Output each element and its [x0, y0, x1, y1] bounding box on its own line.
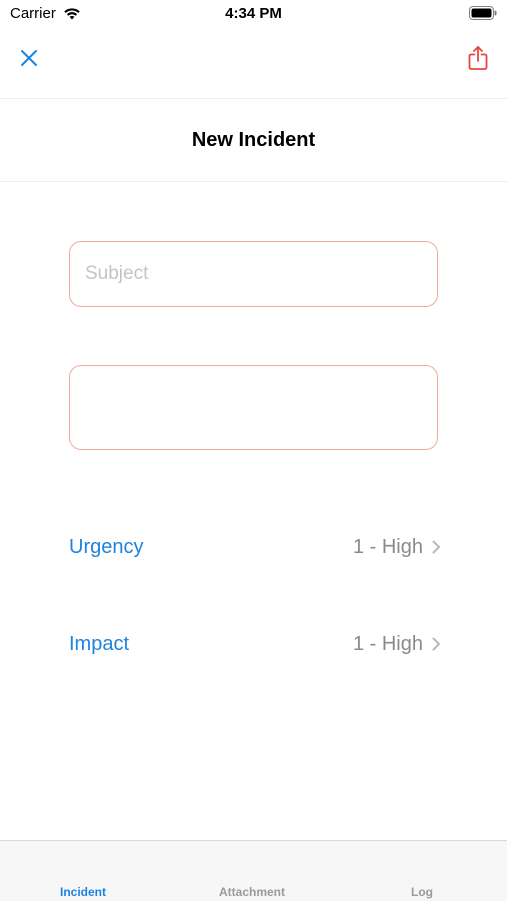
page-title: New Incident: [191, 128, 316, 151]
close-icon: [21, 50, 37, 66]
battery-icon: [469, 6, 497, 20]
tab-bar: Incident Attachment Log: [0, 840, 507, 901]
impact-picker[interactable]: Impact 1 - High: [69, 624, 441, 664]
impact-label: Impact: [69, 632, 130, 655]
subject-input[interactable]: [69, 241, 438, 307]
share-button[interactable]: [462, 42, 494, 74]
share-icon: [468, 46, 488, 70]
tab-incident[interactable]: Incident: [60, 885, 106, 899]
urgency-picker[interactable]: Urgency 1 - High: [69, 527, 441, 567]
tab-attachment[interactable]: Attachment: [219, 885, 285, 899]
chevron-right-icon: [432, 637, 440, 651]
urgency-label: Urgency: [69, 535, 144, 558]
title-row: New Incident: [0, 99, 507, 182]
impact-value: 1 - High: [352, 632, 423, 655]
urgency-value: 1 - High: [352, 535, 423, 558]
description-input[interactable]: [69, 365, 438, 450]
tab-log[interactable]: Log: [411, 885, 433, 899]
urgency-value-group: 1 - High: [353, 536, 441, 559]
impact-value-group: 1 - High: [353, 633, 441, 656]
clock: 4:34 PM: [225, 5, 282, 22]
close-button[interactable]: [13, 42, 45, 74]
status-bar: Carrier 4:34 PM: [0, 0, 507, 28]
navigation-bar: [0, 28, 507, 99]
chevron-right-icon: [432, 540, 440, 554]
